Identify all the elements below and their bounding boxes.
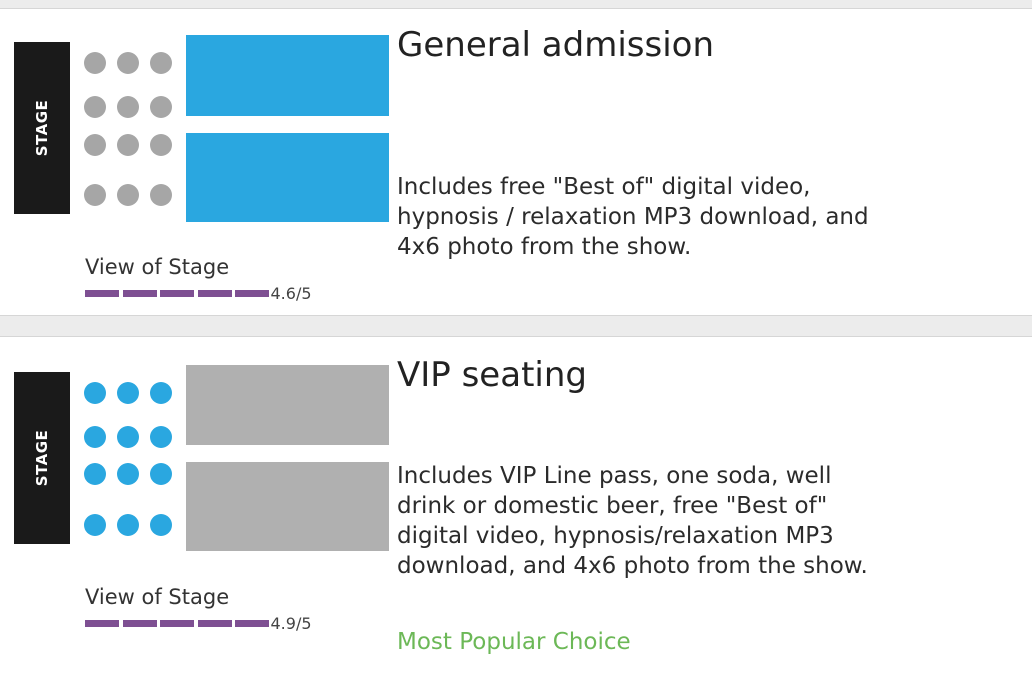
seat-dot	[84, 382, 106, 404]
rating-segment	[235, 289, 269, 297]
seating-map: STAGE View of Stage 4.6/5	[0, 9, 390, 315]
rating-segment	[85, 289, 119, 297]
rating-score: 4.6/5	[270, 283, 312, 303]
rating-segment	[160, 619, 194, 627]
rating-segment	[197, 619, 232, 627]
seat-dot	[117, 514, 139, 536]
seat-dot	[117, 52, 139, 74]
rating-segment	[160, 289, 194, 297]
ticket-description: Includes VIP Line pass, one soda, well d…	[397, 463, 868, 579]
seat-dot	[117, 134, 139, 156]
seat-dot	[117, 426, 139, 448]
stage-block: STAGE	[14, 372, 70, 544]
ticket-title: General admission	[397, 25, 715, 65]
seat-dot	[84, 426, 106, 448]
rating-segment	[122, 289, 157, 297]
rating-segment	[122, 619, 157, 627]
ticket-description: Includes free "Best of" digital video, h…	[397, 174, 869, 260]
rating-segment	[85, 619, 119, 627]
seat-dot	[117, 382, 139, 404]
ticket-card-vip-seating[interactable]: STAGE View of Stage 4.9/5 VIP seating In…	[0, 336, 1032, 677]
view-rating: 4.6/5	[85, 282, 312, 304]
view-rating: 4.9/5	[85, 612, 312, 634]
seat-dot	[84, 184, 106, 206]
seating-section-block	[186, 35, 389, 116]
seat-dot	[117, 96, 139, 118]
seat-dot	[150, 134, 172, 156]
view-of-stage-label: View of Stage	[85, 255, 230, 279]
seat-dot	[84, 52, 106, 74]
most-popular-badge: Most Popular Choice	[397, 629, 631, 655]
seat-dot	[84, 514, 106, 536]
seat-dot	[150, 426, 172, 448]
seat-dot	[150, 514, 172, 536]
seat-dot	[150, 96, 172, 118]
stage-label: STAGE	[33, 99, 51, 157]
seat-dot	[84, 134, 106, 156]
seating-map: STAGE View of Stage 4.9/5	[0, 337, 390, 677]
rating-segment	[235, 619, 269, 627]
seat-dot	[117, 184, 139, 206]
rating-segment	[197, 289, 232, 297]
seat-dot	[84, 463, 106, 485]
ticket-title: VIP seating	[397, 355, 587, 395]
seat-dot	[150, 184, 172, 206]
rating-score: 4.9/5	[270, 613, 312, 633]
seat-dot	[150, 52, 172, 74]
ticket-card-general-admission[interactable]: STAGE View of Stage 4.6/5 General admiss…	[0, 8, 1032, 316]
stage-label: STAGE	[33, 429, 51, 487]
stage-block: STAGE	[14, 42, 70, 214]
seat-dot	[117, 463, 139, 485]
view-of-stage-label: View of Stage	[85, 585, 230, 609]
seat-dot	[84, 96, 106, 118]
seating-section-block	[186, 365, 389, 445]
seat-dot	[150, 382, 172, 404]
seating-section-block	[186, 462, 389, 551]
seat-dot	[150, 463, 172, 485]
seating-section-block	[186, 133, 389, 222]
